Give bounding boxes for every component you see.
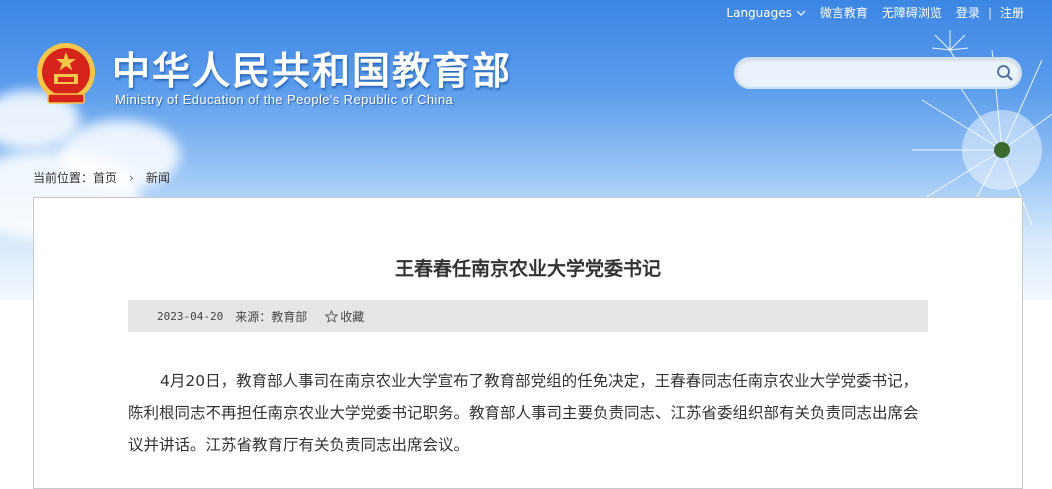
breadcrumb-home[interactable]: 首页: [93, 169, 117, 186]
publish-date: 2023-04-20: [157, 309, 224, 323]
search-input[interactable]: [748, 59, 992, 89]
site-title-en: Ministry of Education of the People's Re…: [115, 92, 454, 107]
search-icon[interactable]: [996, 64, 1014, 82]
weiyan-jiaoyu-link[interactable]: 微言教育: [820, 4, 868, 21]
article-meta-bar: 2023-04-20 来源：教育部 收藏: [128, 300, 928, 332]
search-box: [734, 57, 1022, 89]
favorite-button[interactable]: 收藏: [325, 308, 364, 325]
site-title-cn: 中华人民共和国教育部: [112, 49, 513, 93]
top-nav: Languages 微言教育 无障碍浏览 登录 | 注册: [712, 4, 1024, 21]
register-link[interactable]: 注册: [1000, 4, 1024, 21]
accessibility-link[interactable]: 无障碍浏览: [882, 4, 942, 21]
favorite-label: 收藏: [340, 309, 365, 324]
national-emblem-icon: [37, 43, 95, 104]
chevron-down-icon: [796, 10, 806, 16]
languages-menu[interactable]: Languages: [726, 5, 806, 20]
chevron-right-icon: ›: [129, 170, 134, 185]
star-icon: [325, 309, 339, 323]
breadcrumb-prefix: 当前位置：: [33, 171, 94, 185]
breadcrumb: 当前位置： 首页 › 新闻: [33, 169, 170, 186]
article-title: 王春春任南京农业大学党委书记: [394, 258, 661, 280]
login-link[interactable]: 登录: [956, 4, 980, 21]
nav-divider: |: [987, 5, 992, 20]
languages-label: Languages: [726, 5, 792, 20]
article-body: 4月20日，教育部人事司在南京农业大学宣布了教育部党组的任免决定，王春春同志任南…: [128, 372, 919, 454]
article-panel: 王春春任南京农业大学党委书记 2023-04-20 来源：教育部 收藏 4月20…: [33, 197, 1023, 489]
article-source: 来源：教育部: [235, 309, 308, 324]
breadcrumb-current[interactable]: 新闻: [146, 169, 170, 186]
